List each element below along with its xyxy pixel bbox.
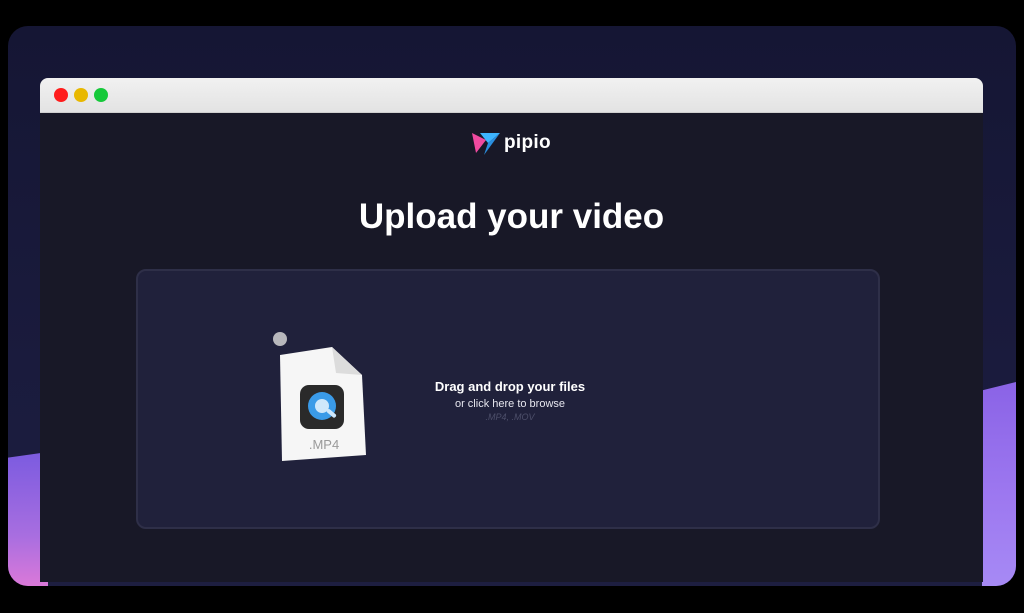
accepted-formats: .MP4, .MOV — [485, 412, 535, 422]
accent-shape-right — [982, 382, 1016, 586]
logo-text: pipio — [504, 132, 551, 153]
dropzone-text: Drag and drop your files or click here t… — [398, 379, 622, 422]
zoom-window-button[interactable] — [94, 88, 108, 102]
pipio-logo-icon — [472, 133, 500, 155]
minimize-window-button[interactable] — [74, 88, 88, 102]
mp4-file-icon: .MP4 — [273, 332, 366, 461]
browse-link[interactable]: or click here to browse — [398, 398, 622, 410]
dropzone-title: Drag and drop your files — [434, 379, 586, 394]
upload-page: pipio Upload your video .MP4 Drag and dr… — [40, 113, 983, 582]
logo[interactable]: pipio — [472, 129, 551, 157]
file-extension-label: .MP4 — [309, 437, 339, 452]
close-window-button[interactable] — [54, 88, 68, 102]
page-title: Upload your video — [358, 197, 665, 236]
browser-window: pipio Upload your video .MP4 Drag and dr… — [40, 78, 983, 582]
file-dropzone[interactable]: .MP4 Drag and drop your files or click h… — [136, 269, 880, 529]
window-titlebar — [40, 78, 983, 113]
